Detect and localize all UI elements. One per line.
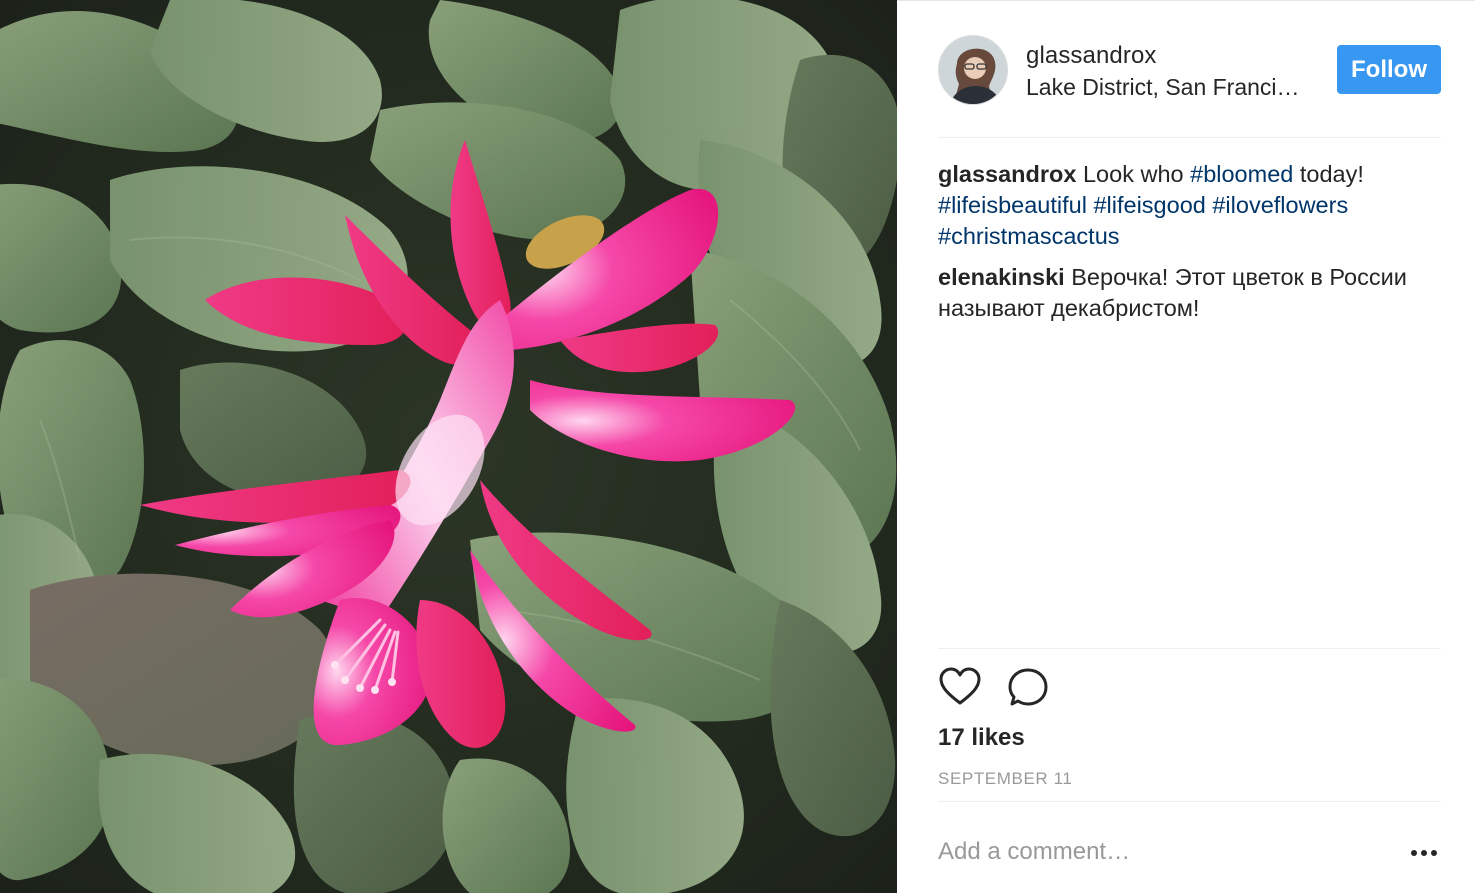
comment: glassandrox Look who #bloomed today! #li… xyxy=(938,159,1441,252)
follow-button[interactable]: Follow xyxy=(1337,45,1441,94)
location-link[interactable]: Lake District, San Francisco xyxy=(1026,74,1301,101)
comment: elenakinski Верочка! Этот цветок в Росси… xyxy=(938,262,1441,324)
comment-text: Look who xyxy=(1082,161,1191,187)
comment-author[interactable]: elenakinski xyxy=(938,264,1065,290)
post-header: glassandrox Lake District, San Francisco… xyxy=(938,35,1441,105)
actions-divider xyxy=(938,648,1441,649)
hashtag-link[interactable]: #lifeisbeautiful xyxy=(938,192,1087,218)
ellipsis-icon[interactable] xyxy=(1407,839,1441,867)
instagram-post: glassandrox Lake District, San Francisco… xyxy=(0,0,1475,893)
add-comment-input[interactable] xyxy=(938,827,1390,877)
username[interactable]: glassandrox xyxy=(1026,42,1157,70)
comment-text: today! xyxy=(1293,161,1364,187)
flower-photo-illustration xyxy=(0,0,897,893)
header-divider xyxy=(938,137,1441,138)
comment-divider xyxy=(938,801,1441,802)
comment-author[interactable]: glassandrox xyxy=(938,161,1076,187)
post-actions xyxy=(938,665,1138,711)
post-date: SEPTEMBER 11 xyxy=(938,769,1073,788)
avatar[interactable] xyxy=(938,35,1008,105)
hashtag-link[interactable]: #lifeisgood xyxy=(1093,192,1205,218)
hashtag-link[interactable]: #bloomed xyxy=(1190,161,1293,187)
hashtag-link[interactable]: #christmascactus xyxy=(938,223,1120,249)
speech-bubble-icon[interactable] xyxy=(1006,665,1052,711)
post-photo[interactable] xyxy=(0,0,897,893)
post-details-panel: glassandrox Lake District, San Francisco… xyxy=(897,0,1475,893)
comments-list: glassandrox Look who #bloomed today! #li… xyxy=(938,159,1441,334)
avatar-image xyxy=(939,36,1007,104)
likes-count[interactable]: 17 likes xyxy=(938,724,1025,752)
heart-icon[interactable] xyxy=(938,665,984,711)
hashtag-link[interactable]: #iloveflowers xyxy=(1212,192,1348,218)
